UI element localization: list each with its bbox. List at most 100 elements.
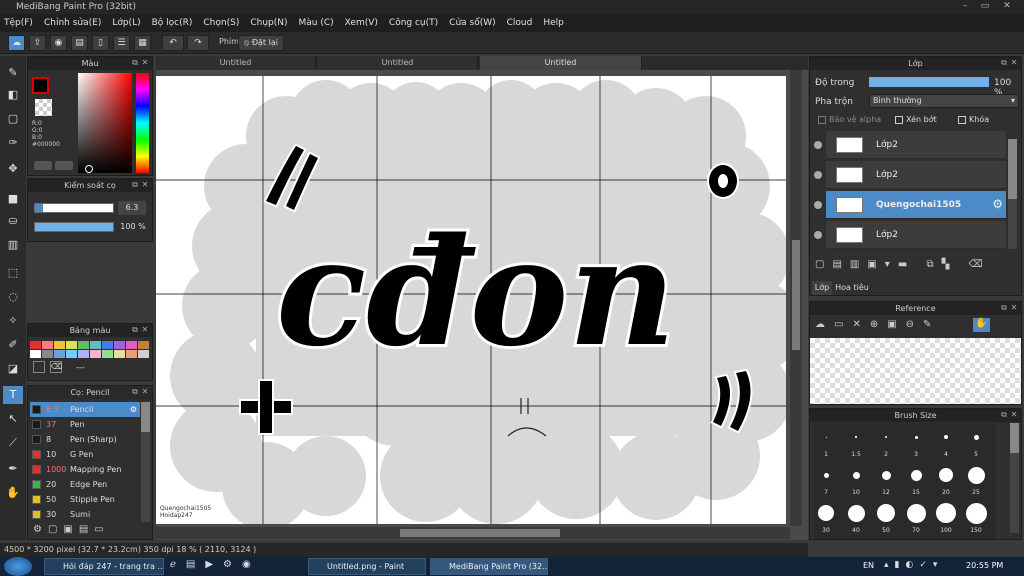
canvas-area[interactable]: cđon Quengochai1505 Hoidap247 [156,70,808,540]
select-pen-tool-icon[interactable]: ✐ [3,336,23,354]
brush-list-scrollbar[interactable] [141,402,150,522]
layers-scrollbar[interactable] [1008,139,1017,249]
tray-icons[interactable]: ▴▮◐✓▾ [884,560,943,570]
palette-swatch[interactable] [54,341,65,349]
brush-item[interactable]: 1000 Mapping Pen [30,462,140,477]
visibility-eye-icon[interactable] [814,201,822,209]
brush-opacity-slider[interactable] [34,222,114,232]
protect-alpha-checkbox[interactable] [818,116,826,124]
brush-size-dot[interactable] [855,436,857,438]
brush-item[interactable]: 50 Stipple Pen [30,492,140,507]
tab-untitled-2[interactable]: Untitled [318,56,478,70]
menu-filter[interactable]: Bộ lọc(R) [152,18,193,28]
expand-icon[interactable]: ⧉ [130,387,140,397]
palette-swatch[interactable] [138,350,149,358]
brush-size-slider[interactable] [34,203,114,213]
tab-untitled-1[interactable]: Untitled [156,56,316,70]
brush-item[interactable]: 20 Edge Pen [30,477,140,492]
menu-tools[interactable]: Công cụ(T) [389,18,438,28]
brush-size-dot[interactable] [877,504,895,522]
palette-swatch[interactable] [126,341,137,349]
menu-help[interactable]: Help [543,18,564,28]
brush-item[interactable]: 37 Pen [30,417,140,432]
layer-opacity-slider[interactable] [869,77,989,87]
grid-icon[interactable]: ▦ [134,35,151,51]
reference-canvas[interactable] [810,338,1021,404]
reset-button[interactable]: ⦸ Đặt lại [238,35,284,51]
close-icon[interactable]: ✕ [140,325,150,335]
comment-icon[interactable]: ◉ [50,35,67,51]
layer-row[interactable]: Quengochai1505 ⚙ [826,191,1006,219]
layer-row[interactable]: Lớp2 [826,131,1006,159]
menu-edit[interactable]: Chỉnh sửa(E) [44,18,101,28]
gear-icon[interactable]: ⚙ [992,197,1003,211]
brush-size-dot[interactable] [973,434,979,440]
palette-swatch[interactable] [138,341,149,349]
menu-view[interactable]: Xem(V) [345,18,378,28]
brush-size-dot[interactable] [914,435,918,439]
taskbar-pinned-icons[interactable]: ℯ▤▶⚙◉ [170,559,261,570]
canvas[interactable]: cđon Quengochai1505 Hoidap247 [156,76,802,530]
brush-size-dot[interactable] [965,502,987,524]
brush-size-dot[interactable] [967,466,985,484]
palette-swatch[interactable] [114,341,125,349]
tab-layers[interactable]: Lớp [812,281,832,295]
visibility-eye-icon[interactable] [814,171,822,179]
expand-icon[interactable]: ⧉ [130,180,140,190]
saturation-picker[interactable] [78,73,132,173]
eyedropper-tool-icon[interactable]: ✒ [3,460,23,478]
expand-icon[interactable]: ⧉ [130,58,140,68]
palette-swatch[interactable] [78,350,89,358]
dropper-tool-icon[interactable]: ⟋ [3,434,23,452]
palette-swatch[interactable] [42,341,53,349]
color-swap-button[interactable] [55,161,73,170]
palette-swatch[interactable] [126,350,137,358]
visibility-eye-icon[interactable] [814,231,822,239]
eraser-tool-icon[interactable]: ◧ [3,86,23,104]
close-icon[interactable]: ✕ [140,58,150,68]
layer-row[interactable]: Lớp2 [826,161,1006,189]
tab-navigator[interactable]: Hoa tiêu [834,281,870,295]
tab-untitled-3[interactable]: Untitled [480,56,642,70]
canvas-vertical-scrollbar[interactable] [790,70,802,526]
menu-snap[interactable]: Chụp(N) [250,18,287,28]
layer-actions[interactable]: ▢▤▥▣▾▬ ⧉▚ ⌫ [815,259,991,270]
document-icon[interactable]: ▯ [92,35,109,51]
brush-size-dot[interactable] [823,472,829,478]
brush-size-dot[interactable] [885,436,887,438]
menu-window[interactable]: Cửa sổ(W) [449,18,495,28]
pen-tool-icon[interactable]: ✑ [3,134,23,152]
lasso-tool-icon[interactable]: ◌ [3,288,23,306]
language-indicator[interactable]: EN [863,561,874,570]
brush-size-dot[interactable] [939,468,953,482]
close-button[interactable]: ✕ [1000,1,1014,12]
magic-wand-tool-icon[interactable]: ✧ [3,312,23,330]
menu-layer[interactable]: Lớp(L) [112,18,140,28]
close-icon[interactable]: ✕ [1009,58,1019,68]
taskbar-medibang[interactable]: MediBang Paint Pro (32... [430,558,548,575]
brush-item[interactable]: 8 Pen (Sharp) [30,432,140,447]
upload-icon[interactable]: ⇪ [29,35,46,51]
palette-add-icon[interactable] [33,361,45,373]
fill-rect-tool-icon[interactable]: ■ [3,190,23,208]
picker-cursor[interactable] [85,165,93,173]
brush-size-scrollbar[interactable] [1010,423,1019,533]
palette-swatch[interactable] [90,350,101,358]
hand-tool-icon[interactable]: ✋ [3,484,23,502]
chat-icon[interactable]: ▤ [71,35,88,51]
move-tool-icon[interactable]: ✥ [3,160,23,178]
expand-icon[interactable]: ⧉ [999,303,1009,313]
close-icon[interactable]: ✕ [1009,303,1019,313]
cloud-icon[interactable]: ☁ [8,35,25,51]
maximize-button[interactable]: ▭ [978,1,992,12]
undo-button[interactable]: ↶ [162,35,184,51]
blend-mode-select[interactable]: Bình thường ▾ [869,94,1019,108]
select-rect-tool-icon[interactable]: ⬚ [3,264,23,282]
brush-size-dot[interactable] [944,435,948,439]
bucket-tool-icon[interactable]: ⛀ [3,212,23,230]
brush-size-dot[interactable] [825,436,827,438]
brush-size-dot[interactable] [847,504,865,522]
palette-swatch[interactable] [42,350,53,358]
brush-size-dot[interactable] [818,505,834,521]
brush-size-dot[interactable] [936,503,956,523]
